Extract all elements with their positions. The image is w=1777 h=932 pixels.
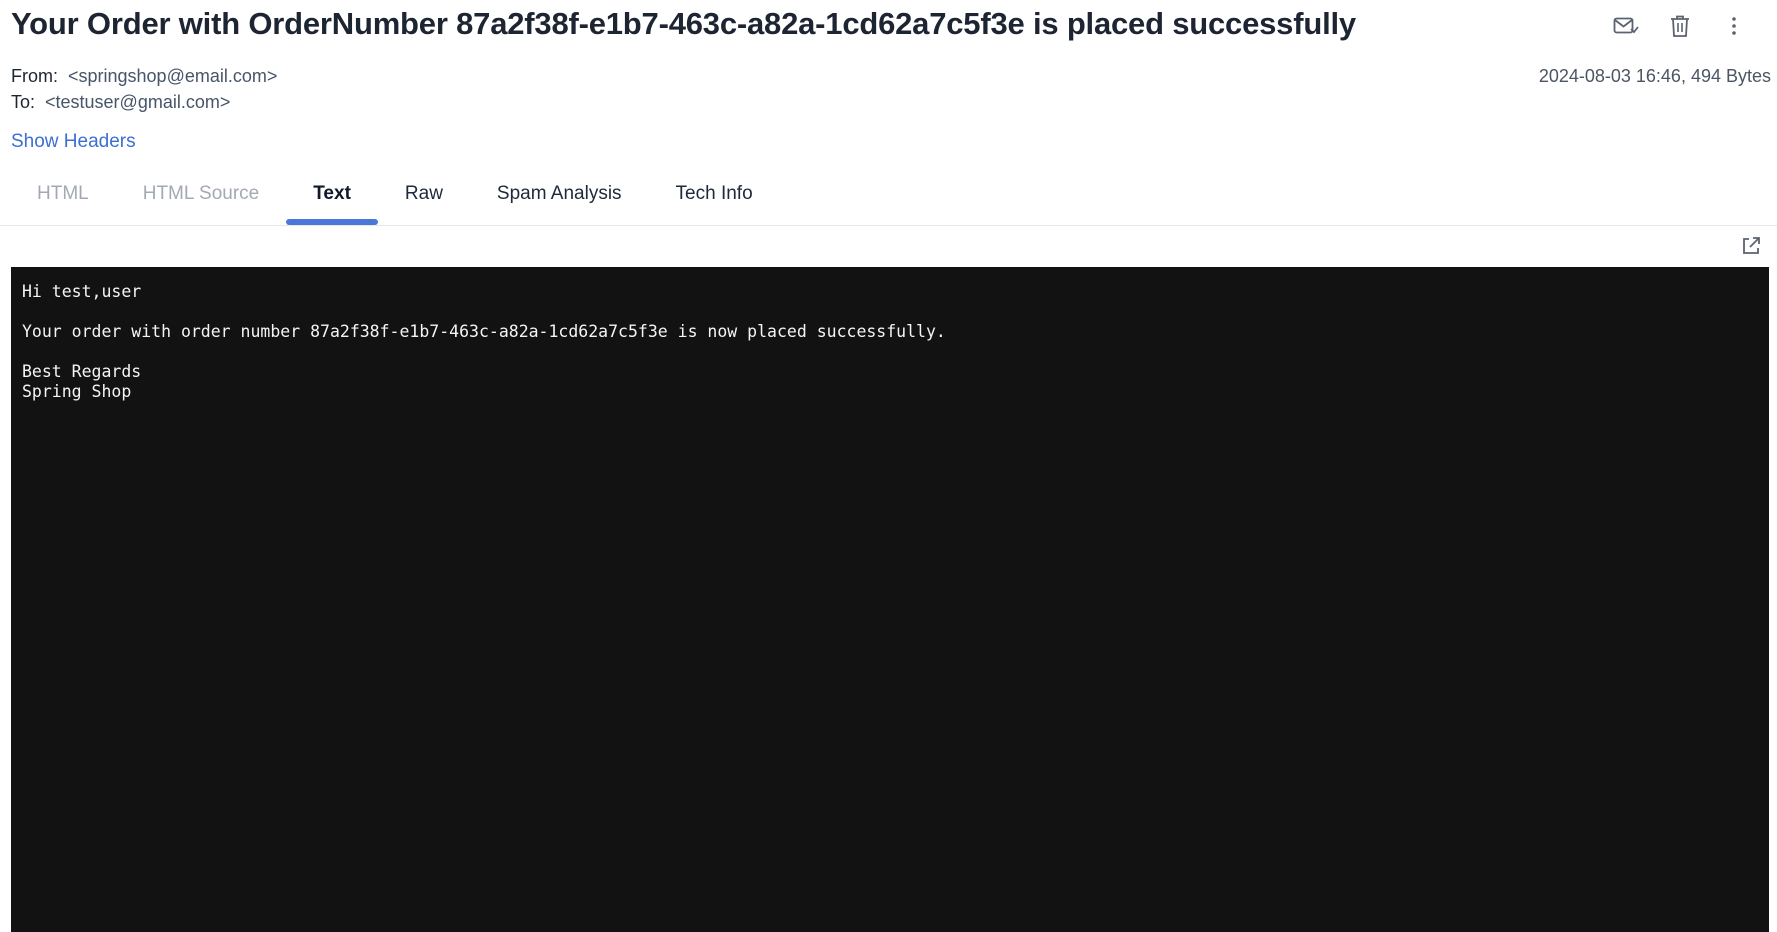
delete-button[interactable] (1661, 10, 1699, 42)
body-text: Hi test,user Your order with order numbe… (22, 282, 1758, 402)
tab-tech-info[interactable]: Tech Info (649, 176, 780, 225)
to-address: <testuser@gmail.com> (45, 92, 231, 112)
view-tabs: HTML HTML Source Text Raw Spam Analysis … (10, 176, 780, 225)
email-text-body: Hi test,user Your order with order numbe… (11, 267, 1769, 932)
external-link-icon (1743, 237, 1760, 254)
tabs-divider (0, 225, 1777, 226)
tab-text[interactable]: Text (286, 176, 378, 225)
tab-raw[interactable]: Raw (378, 176, 470, 225)
email-toolbar (1607, 10, 1753, 42)
show-headers-link[interactable]: Show Headers (11, 131, 136, 153)
tab-html[interactable]: HTML (10, 176, 116, 225)
body-line: Your order with order number 87a2f38f-e1… (22, 322, 946, 341)
tab-html-source[interactable]: HTML Source (116, 176, 287, 225)
mark-read-button[interactable] (1607, 10, 1645, 42)
trash-icon (1671, 15, 1689, 37)
open-external-button[interactable] (1739, 234, 1763, 258)
to-row: To: <testuser@gmail.com> (11, 92, 230, 113)
body-line: Best Regards (22, 362, 142, 381)
more-vertical-icon (1732, 17, 1736, 35)
mark-read-icon (1613, 17, 1639, 34)
from-address: <springshop@email.com> (68, 66, 278, 86)
body-line: Spring Shop (22, 382, 132, 401)
from-label: From: (11, 66, 58, 86)
from-row: From: <springshop@email.com> (11, 66, 277, 87)
tab-spam-analysis[interactable]: Spam Analysis (470, 176, 649, 225)
to-label: To: (11, 92, 36, 112)
date-size-info: 2024-08-03 16:46, 494 Bytes (1538, 66, 1771, 86)
email-view: Your Order with OrderNumber 87a2f38f-e1b… (0, 0, 1777, 932)
email-subject: Your Order with OrderNumber 87a2f38f-e1b… (11, 6, 1356, 41)
more-options-button[interactable] (1715, 10, 1753, 42)
body-line: Hi test,user (22, 282, 142, 301)
